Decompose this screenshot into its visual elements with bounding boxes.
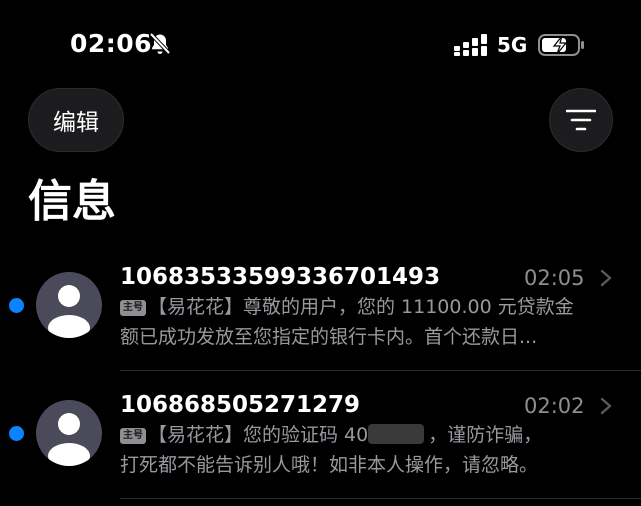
status-time: 02:06 — [70, 29, 153, 58]
chevron-right-icon — [600, 269, 612, 287]
message-preview: 主号 【易花花】尊敬的用户，您的 11100.00 元贷款金 额已成功发放至您指定… — [120, 292, 610, 352]
bell-slash-icon — [149, 32, 171, 55]
avatar — [36, 272, 102, 338]
primary-number-badge: 主号 — [120, 428, 146, 444]
preview-line-1: 主号 【易花花】尊敬的用户，您的 11100.00 元贷款金 — [120, 292, 610, 322]
filter-button[interactable] — [549, 88, 613, 152]
filter-lines-icon — [566, 109, 596, 131]
preview-line-2: 额已成功发放至您指定的银行卡内。首个还款日... — [120, 326, 538, 348]
signal-icon — [454, 34, 487, 56]
preview-line-1: 主号 【易花花】您的验证码 40 ，谨防诈骗， — [120, 420, 610, 450]
chevron-right-icon — [600, 397, 612, 415]
sender-number: 10683533599336701493 — [120, 264, 441, 290]
sender-number: 106868505271279 — [120, 392, 361, 418]
status-bar: 02:06 5G — [0, 0, 641, 90]
page-title: 信息 — [28, 176, 116, 227]
edit-button[interactable]: 编辑 — [28, 88, 124, 152]
person-icon — [48, 285, 90, 338]
unread-dot — [9, 298, 24, 313]
divider — [120, 498, 641, 499]
unread-dot — [9, 426, 24, 441]
person-icon — [48, 413, 90, 466]
divider — [120, 370, 641, 371]
preview-line-2: 打死都不能告诉别人哦！如非本人操作，请忽略。 — [120, 454, 539, 476]
message-time: 02:05 — [524, 266, 585, 290]
network-type: 5G — [497, 33, 528, 57]
battery-charging-icon — [538, 34, 584, 56]
message-time: 02:02 — [524, 394, 585, 418]
avatar — [36, 400, 102, 466]
message-preview: 主号 【易花花】您的验证码 40 ，谨防诈骗， 打死都不能告诉别人哦！如非本人操作，… — [120, 420, 610, 480]
primary-number-badge: 主号 — [120, 300, 146, 316]
message-row[interactable]: 106868505271279 02:02 主号 【易花花】您的验证码 40 ，谨防… — [0, 386, 641, 504]
redacted-code — [368, 424, 425, 444]
message-row[interactable]: 10683533599336701493 02:05 主号 【易花花】尊敬的用户，… — [0, 258, 641, 376]
